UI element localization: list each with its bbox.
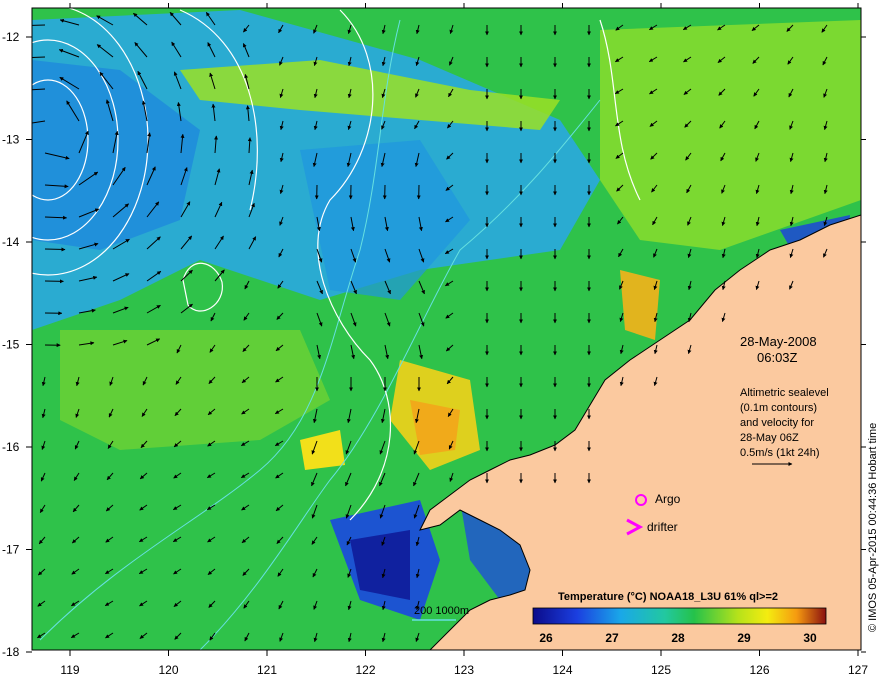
x-tick-label: 124 xyxy=(552,663,572,677)
y-tick-label: -13 xyxy=(2,133,20,147)
colorbar-tick-label: 29 xyxy=(737,631,751,645)
altimetry-line: 0.5m/s (1kt 24h) xyxy=(740,447,819,459)
altimetry-line: Altimetric sealevel xyxy=(740,387,829,399)
x-tick-label: 126 xyxy=(749,663,769,677)
colorbar xyxy=(532,607,827,625)
drifter-label: drifter xyxy=(647,520,678,534)
altimetry-line: and velocity for xyxy=(740,417,814,429)
argo-label: Argo xyxy=(655,492,681,506)
x-tick-label: 122 xyxy=(355,663,375,677)
date-label: 28-May-2008 xyxy=(740,334,817,349)
x-tick-label: 127 xyxy=(848,663,868,677)
colorbar-title: Temperature (°C) NOAA18_L3U 61% ql>=2 xyxy=(558,591,778,603)
x-tick-label: 120 xyxy=(158,663,178,677)
x-tick-label: 123 xyxy=(454,663,474,677)
y-tick-label: -17 xyxy=(2,543,20,557)
y-tick-label: -14 xyxy=(2,235,20,249)
bathymetry-legend-label: 200 1000m xyxy=(414,605,469,617)
colorbar-tick-label: 26 xyxy=(539,631,553,645)
x-tick-label: 121 xyxy=(257,663,277,677)
colorbar-tick-label: 30 xyxy=(803,631,817,645)
credit-label: © IMOS 05-Apr-2015 00:44:36 Hobart time xyxy=(867,423,879,632)
x-tick-label: 119 xyxy=(60,663,79,677)
time-label: 06:03Z xyxy=(757,350,798,365)
x-tick-label: 125 xyxy=(651,663,671,677)
altimetry-line: 28-May 06Z xyxy=(740,432,799,444)
colorbar-tick-label: 28 xyxy=(671,631,685,645)
sea-surface-temperature-map: 119 120 121 122 123 124 125 126 127 -12 -13 -14 -15… xyxy=(2,3,879,677)
y-tick-label: -18 xyxy=(2,645,20,659)
velocity-arrow xyxy=(44,247,66,252)
altimetry-line: (0.1m contours) xyxy=(740,402,817,414)
y-tick-label: -12 xyxy=(2,30,20,44)
y-tick-label: -15 xyxy=(2,338,20,352)
y-tick-label: -16 xyxy=(2,440,20,454)
velocity-arrow xyxy=(32,24,46,26)
colorbar-tick-label: 27 xyxy=(605,631,619,645)
